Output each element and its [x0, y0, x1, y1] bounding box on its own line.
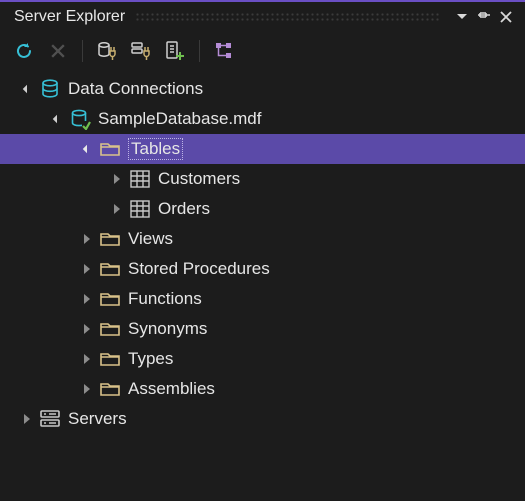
tree-label: Synonyms	[128, 319, 207, 339]
folder-icon	[99, 139, 121, 159]
folder-icon	[99, 319, 121, 339]
expander-open-icon[interactable]	[48, 110, 66, 128]
tree-label: Functions	[128, 289, 202, 309]
panel-titlebar: Server Explorer	[0, 2, 525, 32]
expander-open-icon[interactable]	[18, 80, 36, 98]
server-explorer-panel: Server Explorer	[0, 0, 525, 501]
tree-node-servers[interactable]: Servers	[0, 404, 525, 434]
database-icon	[39, 78, 61, 100]
add-data-service-button[interactable]	[161, 37, 189, 65]
tree-node-tables[interactable]: Tables	[0, 134, 525, 164]
folder-icon	[99, 259, 121, 279]
expander-closed-icon[interactable]	[18, 410, 36, 428]
connect-server-button[interactable]	[127, 37, 155, 65]
tree-label: Types	[128, 349, 173, 369]
tree-label: Tables	[128, 138, 183, 160]
server-plug-icon	[130, 40, 152, 62]
tree-label: Customers	[158, 169, 240, 189]
toolbar	[0, 32, 525, 70]
tree-label: Data Connections	[68, 79, 203, 99]
expander-closed-icon[interactable]	[78, 260, 96, 278]
connect-database-button[interactable]	[93, 37, 121, 65]
cancel-button	[44, 37, 72, 65]
tree-node-views[interactable]: Views	[0, 224, 525, 254]
tree-node-database[interactable]: SampleDatabase.mdf	[0, 104, 525, 134]
folder-icon	[99, 379, 121, 399]
tree-node-table-orders[interactable]: Orders	[0, 194, 525, 224]
window-menu-button[interactable]	[451, 6, 473, 28]
table-icon	[130, 170, 150, 188]
tree-node-assemblies[interactable]: Assemblies	[0, 374, 525, 404]
group-button[interactable]	[210, 37, 238, 65]
expander-closed-icon[interactable]	[78, 350, 96, 368]
tree-label: Assemblies	[128, 379, 215, 399]
tree-node-synonyms[interactable]: Synonyms	[0, 314, 525, 344]
refresh-icon	[14, 41, 34, 61]
expander-closed-icon[interactable]	[78, 380, 96, 398]
tree-node-types[interactable]: Types	[0, 344, 525, 374]
expander-closed-icon[interactable]	[108, 170, 126, 188]
tree-label: Servers	[68, 409, 127, 429]
toolbar-separator	[82, 40, 83, 62]
panel-title: Server Explorer	[14, 8, 125, 26]
add-service-icon	[164, 40, 186, 62]
server-icon	[39, 409, 61, 429]
refresh-button[interactable]	[10, 37, 38, 65]
pin-icon	[477, 10, 491, 24]
hierarchy-icon	[214, 41, 234, 61]
tree-view[interactable]: Data Connections SampleDatabase.mdf Tabl…	[0, 70, 525, 501]
tree-label: Orders	[158, 199, 210, 219]
chevron-down-icon	[457, 14, 467, 20]
expander-closed-icon[interactable]	[78, 290, 96, 308]
tree-node-table-customers[interactable]: Customers	[0, 164, 525, 194]
tree-label: Stored Procedures	[128, 259, 270, 279]
pin-button[interactable]	[473, 6, 495, 28]
cancel-icon	[51, 44, 65, 58]
expander-closed-icon[interactable]	[108, 200, 126, 218]
tree-label: Views	[128, 229, 173, 249]
tree-label: SampleDatabase.mdf	[98, 109, 261, 129]
expander-open-icon[interactable]	[78, 140, 96, 158]
folder-icon	[99, 289, 121, 309]
expander-closed-icon[interactable]	[78, 320, 96, 338]
database-plug-icon	[96, 40, 118, 62]
tree-node-functions[interactable]: Functions	[0, 284, 525, 314]
tree-node-data-connections[interactable]: Data Connections	[0, 74, 525, 104]
toolbar-separator	[199, 40, 200, 62]
table-icon	[130, 200, 150, 218]
tree-node-stored-procedures[interactable]: Stored Procedures	[0, 254, 525, 284]
titlebar-grip[interactable]	[135, 12, 441, 22]
folder-icon	[99, 349, 121, 369]
expander-closed-icon[interactable]	[78, 230, 96, 248]
close-button[interactable]	[495, 6, 517, 28]
close-icon	[500, 11, 512, 23]
database-connected-icon	[69, 108, 91, 130]
folder-icon	[99, 229, 121, 249]
